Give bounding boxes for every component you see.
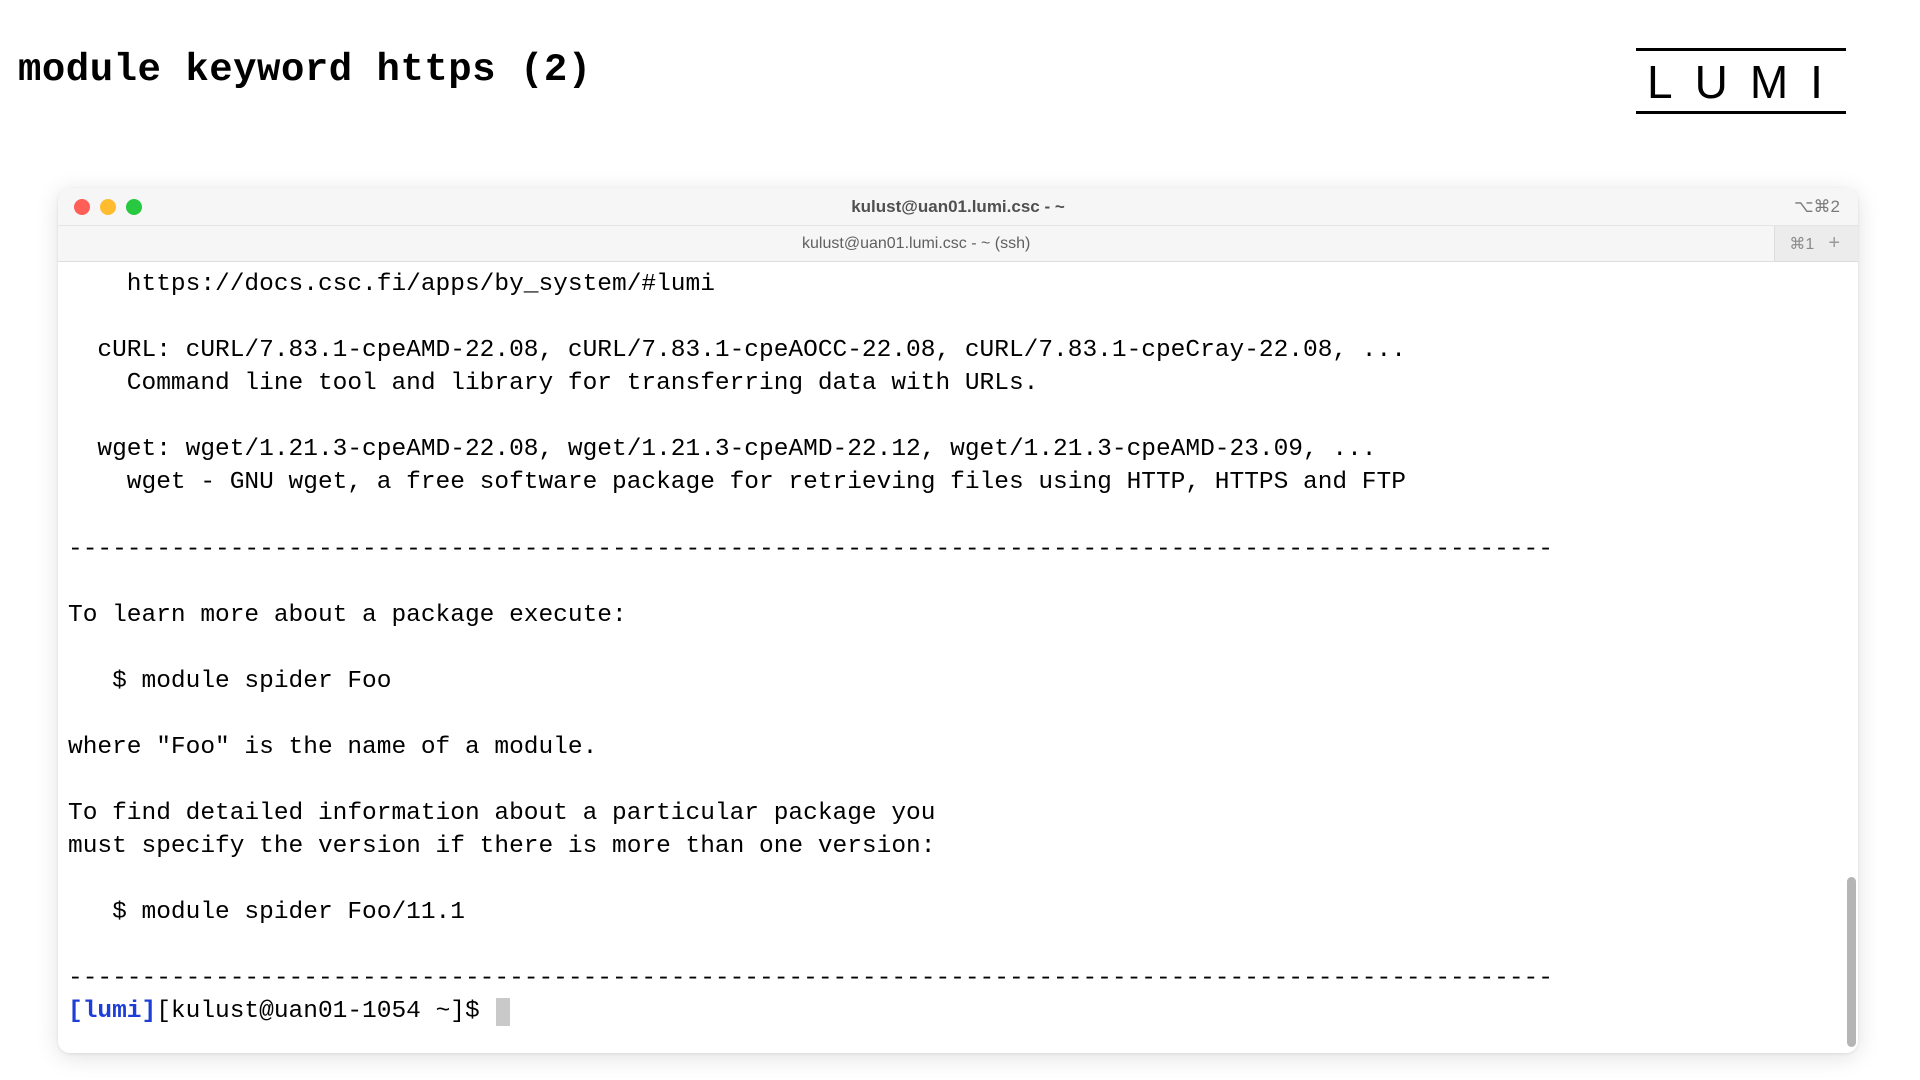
window-shortcut: ⌥⌘2 xyxy=(1794,197,1840,217)
window-title: kulust@uan01.lumi.csc - ~ xyxy=(851,197,1065,217)
tab-right-controls: ⌘1 + xyxy=(1775,232,1858,255)
maximize-icon[interactable] xyxy=(126,199,142,215)
minimize-icon[interactable] xyxy=(100,199,116,215)
tab-bar: kulust@uan01.lumi.csc - ~ (ssh) ⌘1 + xyxy=(58,226,1858,262)
prompt-line: [lumi][kulust@uan01-1054 ~]$ xyxy=(68,995,1848,1028)
close-icon[interactable] xyxy=(74,199,90,215)
scrollbar-thumb[interactable] xyxy=(1847,877,1856,1047)
prompt-host: [lumi] xyxy=(68,995,156,1028)
window-titlebar: kulust@uan01.lumi.csc - ~ ⌥⌘2 xyxy=(58,188,1858,226)
tab-shortcut: ⌘1 xyxy=(1789,234,1814,254)
lumi-logo: LUMI xyxy=(1636,48,1846,108)
new-tab-button[interactable]: + xyxy=(1824,232,1844,255)
prompt-rest: [kulust@uan01-1054 ~]$ xyxy=(156,995,494,1028)
terminal-window: kulust@uan01.lumi.csc - ~ ⌥⌘2 kulust@uan… xyxy=(58,188,1858,1053)
logo-text: LUMI xyxy=(1636,59,1846,105)
terminal-body[interactable]: https://docs.csc.fi/apps/by_system/#lumi… xyxy=(58,262,1858,1053)
tab-ssh[interactable]: kulust@uan01.lumi.csc - ~ (ssh) xyxy=(58,226,1775,261)
tab-label: kulust@uan01.lumi.csc - ~ (ssh) xyxy=(802,235,1030,253)
terminal-output: https://docs.csc.fi/apps/by_system/#lumi… xyxy=(68,271,1553,992)
slide-title: module keyword https (2) xyxy=(18,48,592,92)
traffic-lights xyxy=(74,199,142,215)
cursor xyxy=(496,998,510,1026)
